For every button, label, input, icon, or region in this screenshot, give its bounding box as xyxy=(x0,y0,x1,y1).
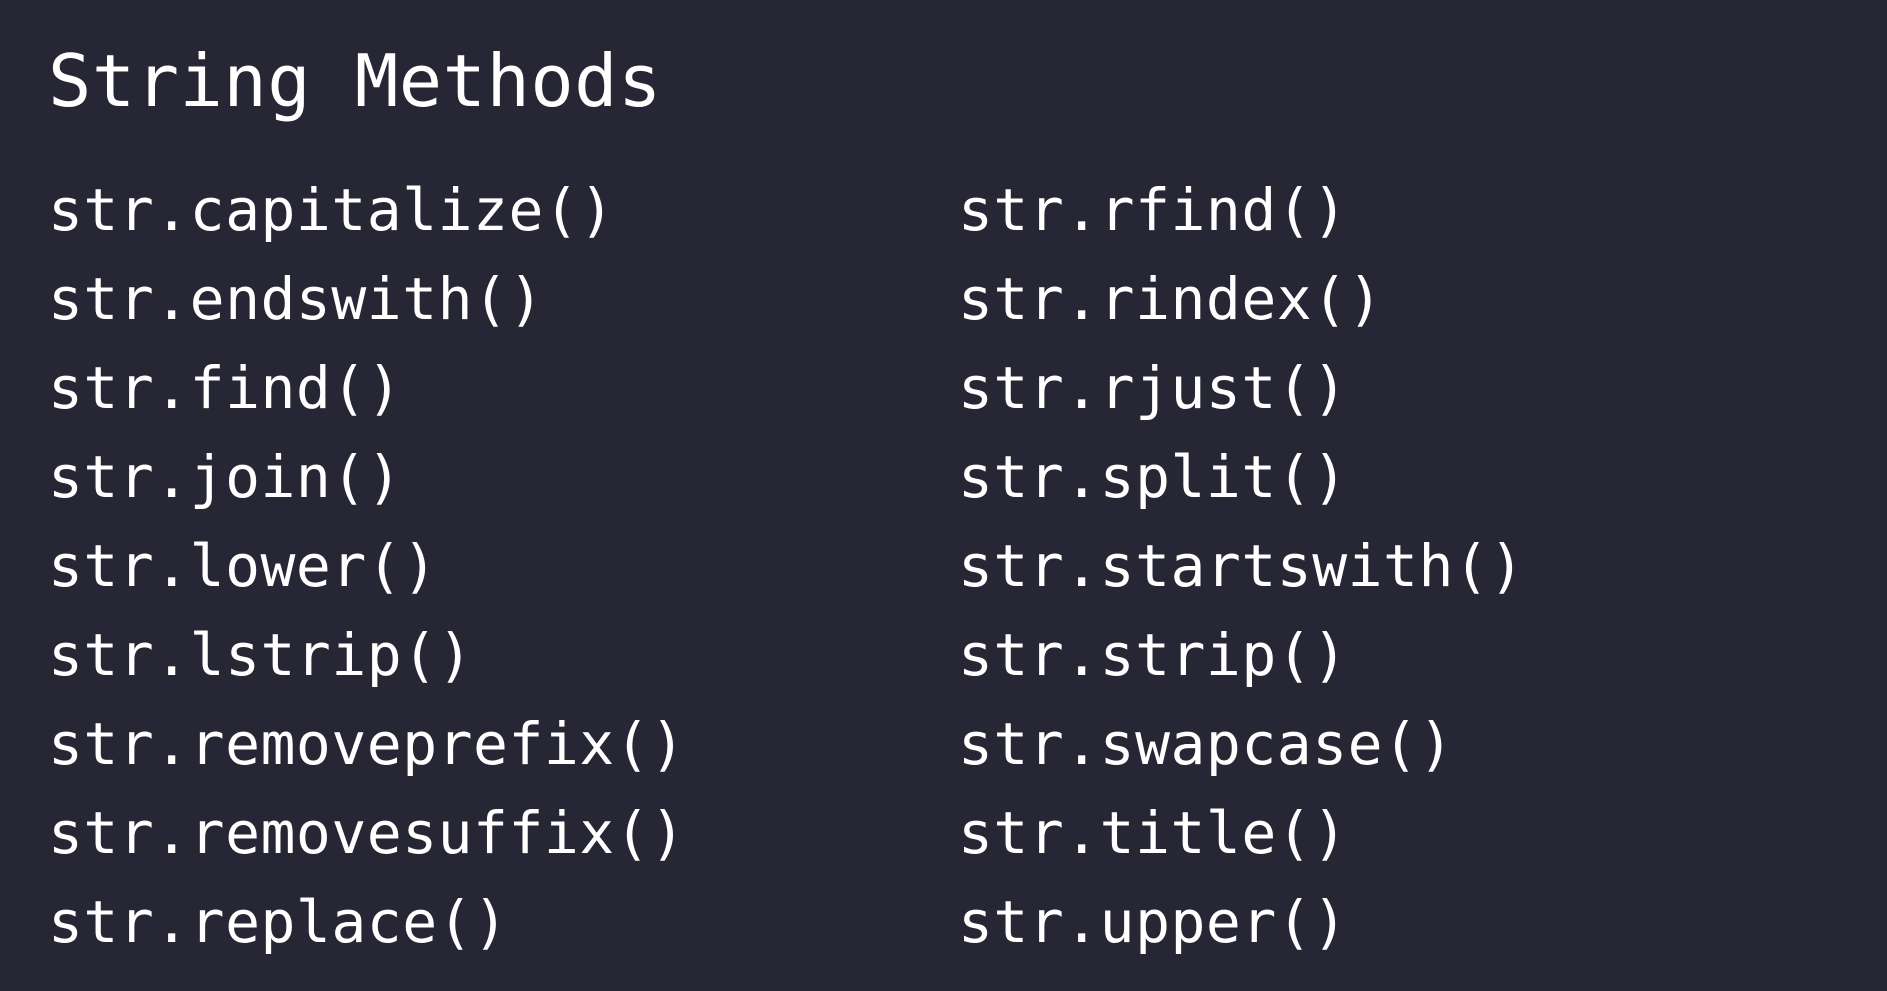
methods-list-right: str.rfind() str.rindex() str.rjust() str… xyxy=(958,166,1858,967)
methods-list-left: str.capitalize() str.endswith() str.find… xyxy=(48,166,958,967)
method-item: str.strip() xyxy=(958,621,1348,689)
method-item: str.lower() xyxy=(48,532,438,600)
method-item: str.title() xyxy=(958,799,1348,867)
method-item: str.capitalize() xyxy=(48,176,615,244)
method-item: str.endswith() xyxy=(48,265,544,333)
method-item: str.lstrip() xyxy=(48,621,474,689)
method-item: str.rjust() xyxy=(958,354,1348,422)
page-title: String Methods xyxy=(48,39,662,123)
method-item: str.replace() xyxy=(48,888,509,956)
method-item: str.split() xyxy=(958,443,1348,511)
method-item: str.join() xyxy=(48,443,403,511)
methods-columns: str.capitalize() str.endswith() str.find… xyxy=(48,166,1887,967)
method-item: str.rfind() xyxy=(958,176,1348,244)
slide: String Methods str.capitalize() str.ends… xyxy=(0,0,1887,991)
method-item: str.upper() xyxy=(958,888,1348,956)
method-item: str.swapcase() xyxy=(958,710,1454,778)
method-item: str.find() xyxy=(48,354,403,422)
method-item: str.removesuffix() xyxy=(48,799,686,867)
method-item: str.rindex() xyxy=(958,265,1384,333)
method-item: str.removeprefix() xyxy=(48,710,686,778)
method-item: str.startswith() xyxy=(958,532,1525,600)
